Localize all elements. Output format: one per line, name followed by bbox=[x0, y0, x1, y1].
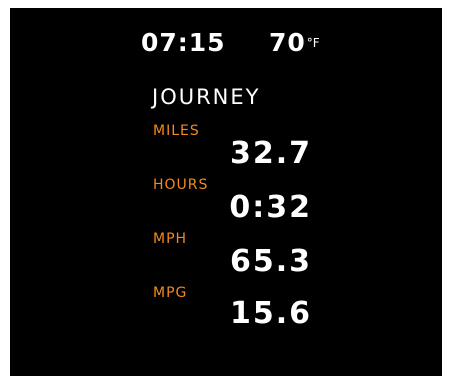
temperature-readout: 70°F bbox=[269, 28, 320, 57]
temperature-unit: °F bbox=[306, 36, 320, 50]
miles-value: 32.7 bbox=[229, 136, 312, 171]
mpg-label: MPG bbox=[153, 285, 188, 301]
clock-time: 07:15 bbox=[141, 28, 226, 57]
journey-title: JOURNEY bbox=[152, 85, 261, 109]
display-screen: 07:15 70°F JOURNEY MILES 32.7 HOURS 0:32… bbox=[10, 8, 442, 376]
temperature-value: 70 bbox=[269, 28, 306, 57]
mpg-value: 15.6 bbox=[229, 296, 312, 331]
mph-label: MPH bbox=[153, 231, 188, 247]
hours-label: HOURS bbox=[153, 177, 209, 193]
mph-value: 65.3 bbox=[229, 244, 312, 279]
hours-value: 0:32 bbox=[229, 190, 312, 225]
miles-label: MILES bbox=[153, 123, 200, 139]
